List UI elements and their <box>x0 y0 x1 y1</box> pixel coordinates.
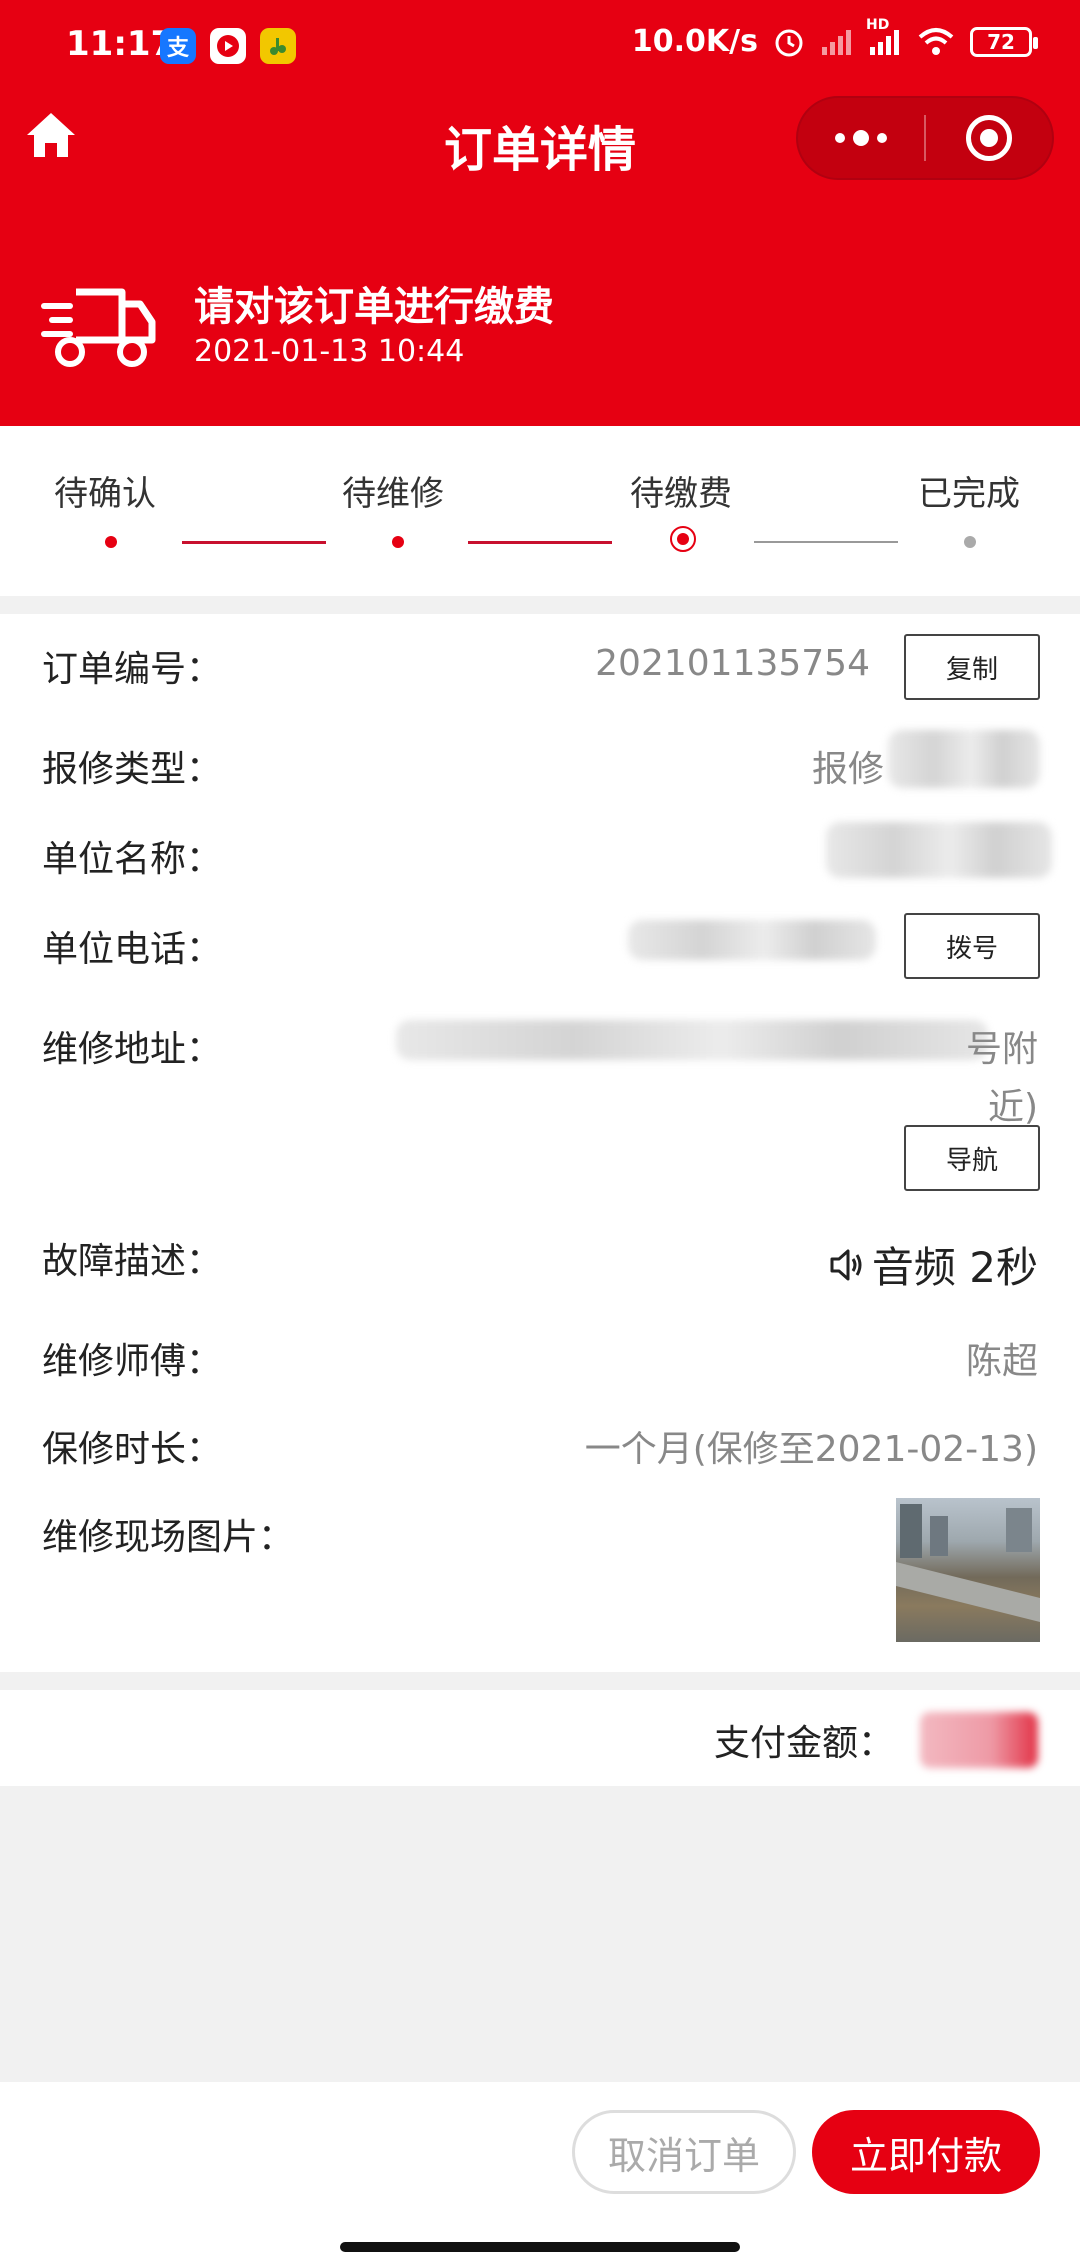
copy-button[interactable]: 复制 <box>904 634 1040 700</box>
close-mini-program-button[interactable] <box>926 98 1052 178</box>
step-label: 待确认 <box>54 474 156 514</box>
order-no-label: 订单编号： <box>42 649 223 690</box>
warranty-label: 保修时长： <box>42 1429 223 1470</box>
mini-program-capsule <box>796 96 1054 180</box>
close-target-icon <box>966 115 1012 161</box>
fault-audio-player[interactable]: 音频 2秒 <box>826 1234 1038 1295</box>
video-app-icon <box>210 28 246 64</box>
redacted-unit-name <box>826 822 1052 878</box>
music-app-icon <box>260 28 296 64</box>
step-dot-done <box>105 536 117 548</box>
site-photos-label: 维修现场图片： <box>42 1517 295 1558</box>
repair-type-value: 报修 <box>811 749 884 790</box>
address-tail-line-1: 号附 <box>965 1029 1038 1070</box>
pay-now-button[interactable]: 立即付款 <box>812 2110 1040 2194</box>
navigation-bar: 订单详情 <box>0 92 1080 188</box>
site-photo-thumbnail[interactable] <box>896 1498 1040 1642</box>
step-dot-pending <box>964 536 976 548</box>
step-label: 待缴费 <box>630 474 732 514</box>
signal-icon <box>822 29 851 55</box>
navigate-button[interactable]: 导航 <box>904 1125 1040 1191</box>
more-button[interactable] <box>798 98 924 178</box>
speaker-icon <box>830 1249 862 1280</box>
dial-button[interactable]: 拨号 <box>904 913 1040 979</box>
bottom-action-bar: 取消订单 立即付款 <box>0 2082 1080 2268</box>
alarm-icon <box>775 29 803 56</box>
order-no-value: 202101135754 <box>595 643 870 684</box>
hd-tag: HD <box>866 16 890 33</box>
order-status-banner: 请对该订单进行缴费 2021-01-13 10:44 <box>0 250 1080 400</box>
status-app-icons: 支 <box>160 28 296 64</box>
step-line-done <box>468 541 612 544</box>
home-indicator[interactable] <box>340 2242 740 2252</box>
warranty-value: 一个月(保修至2021-02-13) <box>584 1429 1038 1470</box>
redacted-address <box>396 1020 988 1060</box>
cancel-order-button[interactable]: 取消订单 <box>572 2110 796 2194</box>
payment-amount-label: 支付金额： <box>713 1723 894 1764</box>
step-line-pending <box>754 541 898 543</box>
unit-name-label: 单位名称： <box>42 839 223 880</box>
delivery-truck-icon <box>41 288 156 367</box>
alipay-icon: 支 <box>160 28 196 64</box>
redacted-repair-type <box>888 730 1040 788</box>
step-dot-current <box>670 526 696 552</box>
battery-icon: 72 <box>970 26 1038 57</box>
fault-audio-label: 音频 2秒 <box>871 1243 1038 1292</box>
status-indicators: 10.0K/s HD 72 <box>631 17 1038 59</box>
order-progress-steps: 待确认 待维修 待缴费 已完成 <box>0 426 1080 596</box>
redacted-unit-phone <box>628 920 876 960</box>
network-speed: 10.0K/s <box>631 24 758 59</box>
repair-type-label: 报修类型： <box>42 749 223 790</box>
technician-value: 陈超 <box>965 1341 1038 1382</box>
wifi-icon <box>918 27 954 55</box>
technician-label: 维修师傅： <box>42 1341 223 1382</box>
address-tail-line-2: 近) <box>987 1087 1038 1128</box>
status-time: 11:17 <box>66 24 175 64</box>
redacted-payment-amount <box>920 1712 1038 1768</box>
step-label: 已完成 <box>918 474 1020 514</box>
step-label: 待维修 <box>342 474 444 514</box>
unit-phone-label: 单位电话： <box>42 929 223 970</box>
step-line-done <box>182 541 326 544</box>
fault-description-label: 故障描述： <box>42 1241 223 1282</box>
banner-time: 2021-01-13 10:44 <box>194 334 465 369</box>
banner-title: 请对该订单进行缴费 <box>194 284 554 330</box>
hd-signal-icon: HD <box>866 17 902 57</box>
step-dot-done <box>392 536 404 548</box>
status-bar: 11:17 支 10.0K/s HD 72 <box>0 0 1080 92</box>
payment-amount-row: 支付金额： <box>0 1690 1080 1786</box>
address-label: 维修地址： <box>42 1029 223 1070</box>
more-icon <box>835 130 887 146</box>
